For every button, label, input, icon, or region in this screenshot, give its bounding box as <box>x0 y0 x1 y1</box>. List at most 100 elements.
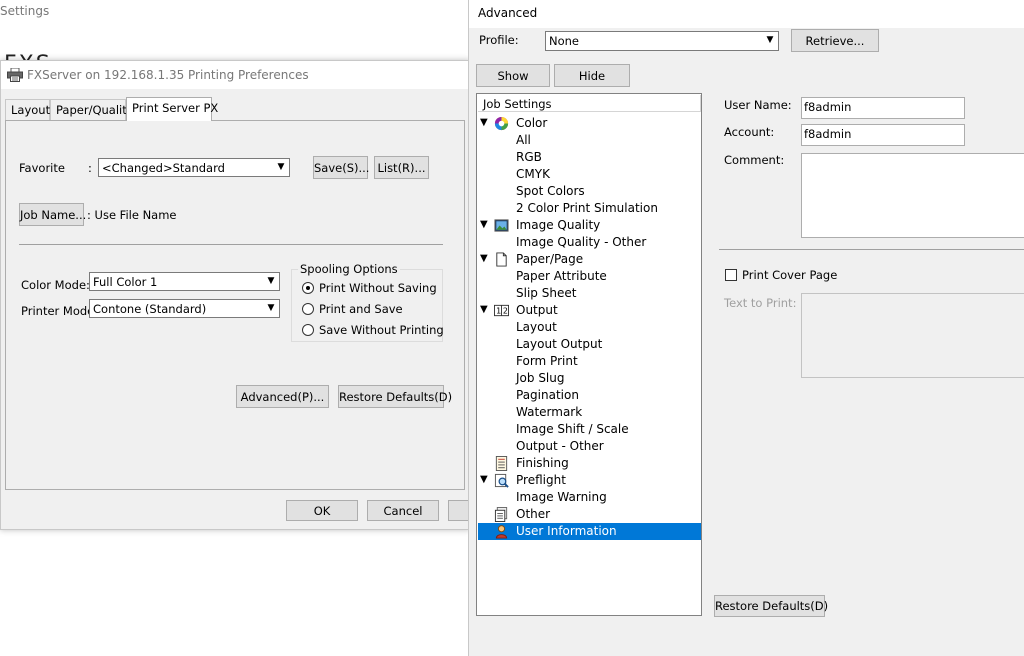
tree-header[interactable]: Job Settings <box>478 95 701 112</box>
image-icon <box>494 218 509 233</box>
expand-toggle-icon[interactable]: ▼ <box>480 253 488 264</box>
preferences-title: FXServer on 192.168.1.35 Printing Prefer… <box>27 68 309 82</box>
radio-label: Print and Save <box>319 302 403 316</box>
tree-item-image-shift-scale[interactable]: Image Shift / Scale <box>478 421 701 438</box>
job-settings-tree[interactable]: Job Settings ▼ Color All RGB CMYK Spot Colors… <box>476 93 702 616</box>
show-button[interactable]: Show <box>476 64 550 87</box>
printing-preferences-dialog: FXServer on 192.168.1.35 Printing Prefer… <box>0 60 470 530</box>
expand-toggle-icon[interactable]: ▼ <box>480 474 488 485</box>
printer-mode-combo[interactable]: Contone (Standard) ▼ <box>89 299 280 318</box>
hide-button[interactable]: Hide <box>554 64 630 87</box>
radio-button[interactable] <box>302 324 314 336</box>
tree-item-label: Layout Output <box>516 337 603 351</box>
tree-item-label: 2 Color Print Simulation <box>516 201 658 215</box>
tree-item-form-print[interactable]: Form Print <box>478 353 701 370</box>
tab-paper-quality[interactable]: Paper/Quality <box>50 99 134 120</box>
background-window-title: Settings <box>0 4 50 18</box>
tree-item-label: Paper/Page <box>516 252 584 266</box>
list-button[interactable]: List(R)... <box>374 156 429 179</box>
chevron-down-icon[interactable]: ▼ <box>762 33 777 48</box>
tree-item-label: RGB <box>516 150 542 164</box>
radio-button-selected[interactable] <box>302 282 314 294</box>
tree-item-paper-attribute[interactable]: Paper Attribute <box>478 268 701 285</box>
tree-item-spot-colors[interactable]: Spot Colors <box>478 183 701 200</box>
restore-defaults-button[interactable]: Restore Defaults(D) <box>338 385 452 408</box>
save-button[interactable]: Save(S)... <box>313 156 369 179</box>
tree-item-label: Finishing <box>516 456 569 470</box>
radio-print-and-save[interactable]: Print and Save <box>302 302 403 316</box>
print-server-px-panel: Favorite : <Changed>Standard ▼ Save(S)..… <box>5 120 465 490</box>
radio-button[interactable] <box>302 303 314 315</box>
chevron-down-icon[interactable]: ▼ <box>263 274 278 289</box>
account-field[interactable]: f8admin <box>801 124 965 146</box>
tree-item-watermark[interactable]: Watermark <box>478 404 701 421</box>
tree-item-output-other[interactable]: Output - Other <box>478 438 701 455</box>
tree-item-label: Image Quality <box>516 218 601 232</box>
tree-item-label: User Information <box>516 524 617 538</box>
retrieve-button[interactable]: Retrieve... <box>791 29 879 52</box>
tree-item-image-quality[interactable]: ▼ Image Quality <box>478 217 701 234</box>
finishing-icon <box>494 456 509 471</box>
tree-item-rgb[interactable]: RGB <box>478 149 701 166</box>
tree-item-label: Spot Colors <box>516 184 585 198</box>
tree-item-slip-sheet[interactable]: Slip Sheet <box>478 285 701 302</box>
spooling-options-label: Spooling Options <box>298 262 400 276</box>
spooling-options-group: Spooling Options Print Without Saving Pr… <box>291 262 444 342</box>
tree-item-label: Image Quality - Other <box>516 235 647 249</box>
advanced-button[interactable]: Advanced(P)... <box>236 385 329 408</box>
tree-item-label: Color <box>516 116 548 130</box>
tree-item-all[interactable]: All <box>478 132 701 149</box>
tree-item-preflight[interactable]: ▼ Preflight <box>478 472 701 489</box>
tree-item-label: Output <box>516 303 558 317</box>
profile-combo[interactable]: None ▼ <box>545 31 779 51</box>
page-icon <box>494 252 509 267</box>
advanced-restore-defaults-button[interactable]: Restore Defaults(D) <box>714 595 828 617</box>
user-name-field[interactable]: f8admin <box>801 97 965 119</box>
favorite-combo[interactable]: <Changed>Standard ▼ <box>98 158 290 177</box>
cancel-button[interactable]: Cancel <box>367 500 439 521</box>
job-name-button[interactable]: Job Name... <box>19 203 86 226</box>
advanced-dialog: Advanced Profile: None ▼ Retrieve... Sho… <box>468 0 1024 656</box>
user-name-value: f8admin <box>804 100 852 114</box>
profile-value: None <box>549 34 580 48</box>
advanced-title: Advanced <box>478 6 538 20</box>
expand-toggle-icon[interactable]: ▼ <box>480 304 488 315</box>
tree-item-2-color-print-simulation[interactable]: 2 Color Print Simulation <box>478 200 701 217</box>
tree-item-other[interactable]: Other <box>478 506 701 523</box>
text-to-print-field[interactable] <box>801 293 1024 378</box>
color-mode-value: Full Color 1 <box>93 275 158 289</box>
tree-item-user-information[interactable]: User Information <box>478 523 701 540</box>
tree-item-image-warning[interactable]: Image Warning <box>478 489 701 506</box>
print-cover-page-label: Print Cover Page <box>742 268 838 282</box>
tree-item-label: Pagination <box>516 388 579 402</box>
chevron-down-icon[interactable]: ▼ <box>263 301 278 316</box>
tree-item-output[interactable]: ▼ 1 2 Output <box>478 302 701 319</box>
tree-item-paper-page[interactable]: ▼ Paper/Page <box>478 251 701 268</box>
radio-save-without-printing[interactable]: Save Without Printing <box>302 323 444 337</box>
user-icon <box>494 524 509 539</box>
ok-button[interactable]: OK <box>286 500 358 521</box>
tree-item-color[interactable]: ▼ Color <box>478 115 701 132</box>
tree-item-image-quality-other[interactable]: Image Quality - Other <box>478 234 701 251</box>
tree-item-layout-output[interactable]: Layout Output <box>478 336 701 353</box>
color-mode-combo[interactable]: Full Color 1 ▼ <box>89 272 280 291</box>
tree-item-job-slug[interactable]: Job Slug <box>478 370 701 387</box>
text-to-print-label: Text to Print: <box>724 296 797 310</box>
expand-toggle-icon[interactable]: ▼ <box>480 117 488 128</box>
printer-mode-label: Printer Mode: <box>21 304 99 318</box>
apply-button[interactable] <box>448 500 470 521</box>
favorite-value: <Changed>Standard <box>102 161 225 175</box>
tree-item-label: Form Print <box>516 354 578 368</box>
chevron-down-icon[interactable]: ▼ <box>273 160 288 175</box>
tree-item-layout[interactable]: Layout <box>478 319 701 336</box>
tree-item-label: Image Shift / Scale <box>516 422 629 436</box>
print-cover-page-checkbox[interactable] <box>725 269 737 281</box>
expand-toggle-icon[interactable]: ▼ <box>480 219 488 230</box>
radio-print-without-saving[interactable]: Print Without Saving <box>302 281 437 295</box>
tree-item-finishing[interactable]: Finishing <box>478 455 701 472</box>
tree-item-cmyk[interactable]: CMYK <box>478 166 701 183</box>
tree-item-pagination[interactable]: Pagination <box>478 387 701 404</box>
tab-print-server-px[interactable]: Print Server PX <box>126 97 218 121</box>
comment-field[interactable] <box>801 153 1024 238</box>
tab-layout[interactable]: Layout <box>5 99 50 120</box>
